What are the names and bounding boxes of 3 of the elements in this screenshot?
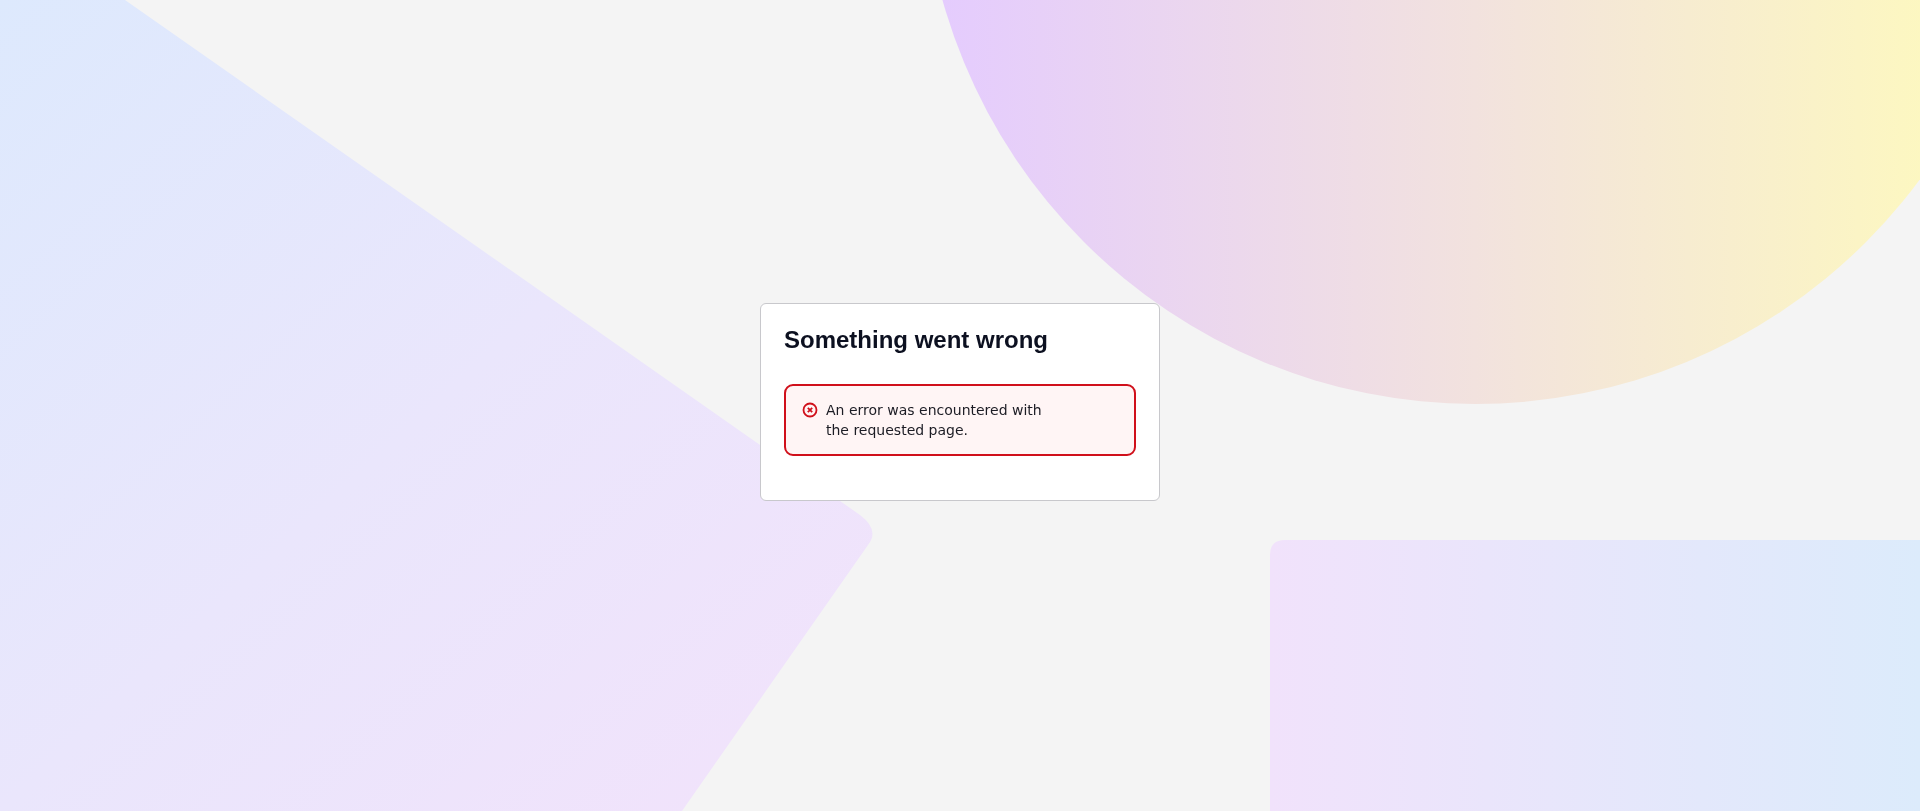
dialog-title: Something went wrong [784, 326, 1049, 354]
error-icon [802, 402, 818, 418]
error-message: An error was encountered with the requested page. [826, 401, 1043, 440]
